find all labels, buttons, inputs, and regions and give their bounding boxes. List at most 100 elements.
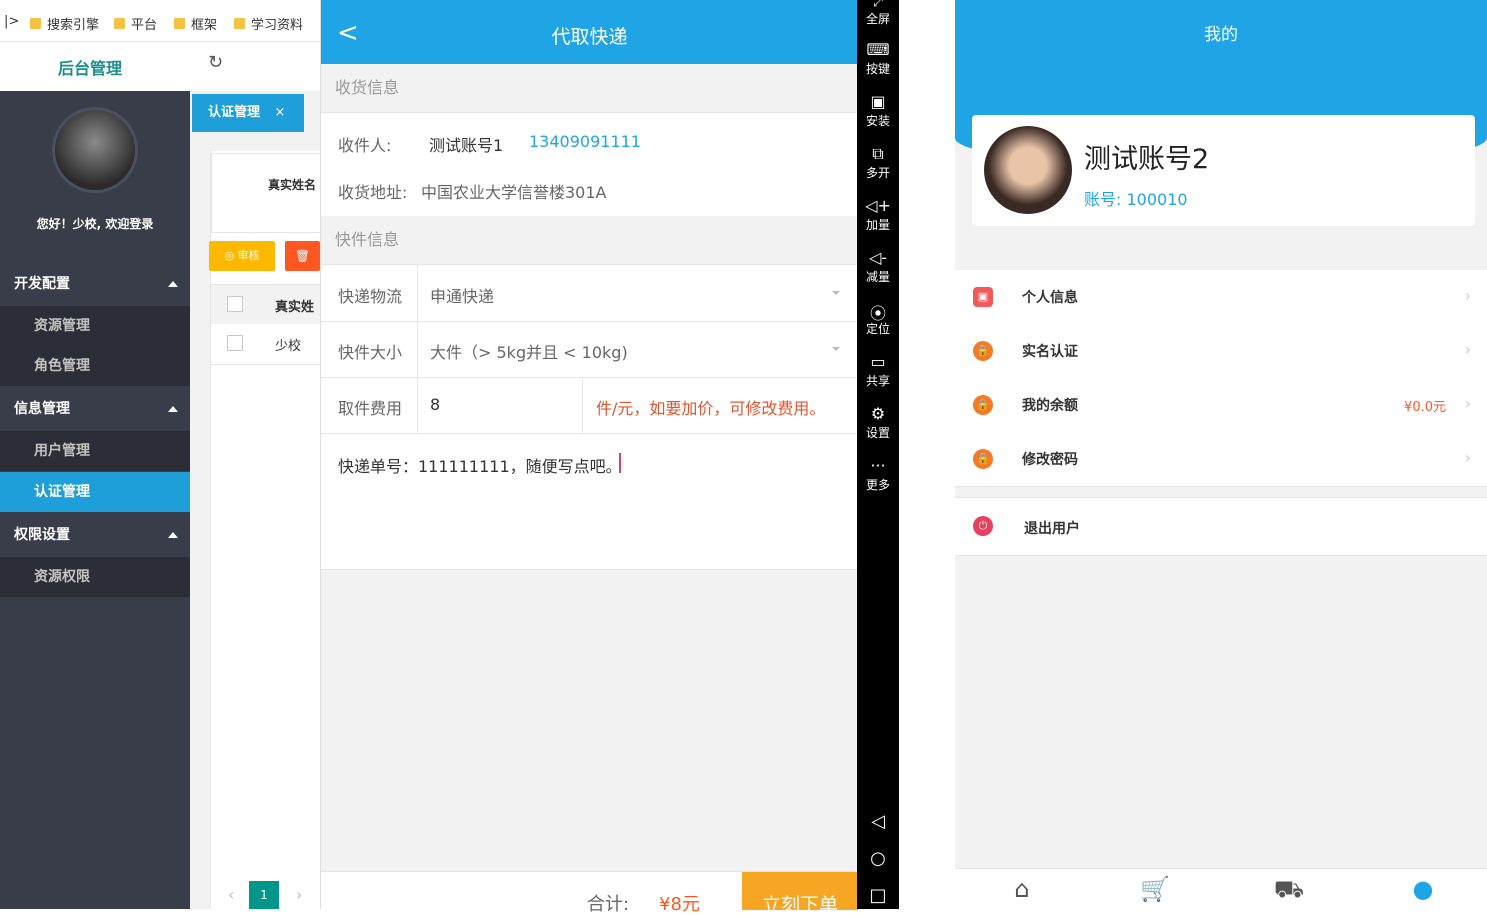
share-folder-button[interactable]: ▭ 共享 [857, 352, 899, 389]
note-textarea[interactable]: 快递单号：111111111，随便写点吧。 [321, 433, 858, 567]
sidebar-toggle-icon[interactable]: |> [4, 14, 19, 29]
menu-group-permissions[interactable]: 权限设置 [0, 515, 190, 555]
emulator-toolbar: ⤢ 全屏 ⌨ 按键 ▣ 安装 ⧉ 多开 ◁+ 加量 ◁- 减量 ⦿ 定位 ▭ 共享 ⚙ 设置 ··… [857, 0, 899, 909]
next-page-button[interactable]: › [296, 885, 302, 904]
page-title: 我的 [1204, 25, 1238, 45]
folder-icon [114, 18, 125, 29]
admin-title[interactable]: 后台管理 [58, 55, 122, 79]
bookmark-search[interactable]: 搜索引擎 [30, 14, 99, 33]
caret-up-icon [168, 406, 178, 412]
trash-icon: 🗑 [294, 249, 311, 263]
select-all-checkbox[interactable] [227, 296, 243, 312]
text-cursor [619, 453, 621, 473]
cart-icon[interactable]: 🛒 [1135, 875, 1175, 903]
page-title: 代取快递 [551, 26, 628, 48]
sidebar-item-resources[interactable]: 资源管理 [0, 306, 190, 346]
menu-group-info[interactable]: 信息管理 [0, 389, 190, 429]
sidebar-item-auth[interactable]: 认证管理 [0, 472, 190, 512]
receiver-phone: 13409091111 [529, 132, 641, 151]
menu-item-change-password[interactable]: 🔒 修改密码 › [955, 432, 1487, 487]
lock-icon: 🔒 [973, 449, 993, 469]
avatar [984, 126, 1072, 214]
audit-button[interactable]: ◎ 审核 [209, 241, 275, 271]
courier-select[interactable]: 快递物流 申通快递 [321, 265, 858, 322]
fee-label: 取件费用 [338, 399, 403, 418]
bookmark-framework[interactable]: 框架 [174, 14, 217, 33]
sidebar-item-resource-perm[interactable]: 资源权限 [0, 557, 190, 597]
volume-up-button[interactable]: ◁+ 加量 [857, 196, 899, 233]
user-icon[interactable]: ● [1403, 875, 1443, 903]
refresh-icon[interactable]: ↻ [208, 52, 223, 73]
menu-item-real-name[interactable]: 🔒 实名认证 › [955, 324, 1487, 379]
search-form: 真实姓名 [211, 153, 322, 233]
delete-button[interactable]: 🗑 [285, 241, 320, 271]
keyboard-icon: ⌨ [866, 40, 890, 59]
nav-home-icon[interactable]: ○ [857, 848, 899, 869]
column-header-name[interactable]: 真实姓 [275, 296, 314, 315]
close-icon[interactable]: × [275, 105, 286, 120]
avatar [52, 107, 138, 193]
profile-card[interactable]: 测试账号2 账号: 100010 [972, 115, 1475, 226]
chevron-down-icon [832, 347, 840, 351]
divider-gap [899, 0, 955, 909]
power-icon: ⏻ [973, 516, 993, 536]
gear-icon: ⚙ [870, 404, 886, 423]
prev-page-button[interactable]: ‹ [228, 885, 234, 904]
size-label: 快件大小 [338, 343, 403, 362]
table-row[interactable]: 少校 [210, 324, 321, 365]
logout-button[interactable]: ⏻ 退出用户 [955, 497, 1487, 556]
courier-label: 快递物流 [338, 287, 403, 306]
nav-back-icon[interactable]: ◁ [857, 811, 899, 832]
more-button[interactable]: ··· 更多 [857, 456, 899, 493]
total-label: 合计: [587, 894, 630, 915]
admin-header: 后台管理 ↻ [0, 42, 320, 91]
fee-row: 取件费用 8 件/元，如要加价，可修改费用。 [321, 377, 858, 434]
multi-open-button[interactable]: ⧉ 多开 [857, 144, 899, 181]
folder-icon [234, 18, 245, 29]
receiver-card[interactable]: 收件人: 测试账号1 13409091111 收货地址: 中国农业大学信誉楼30… [321, 112, 858, 218]
bookmarks-bar: |> 搜索引擎 平台 框架 学习资料 [0, 0, 320, 42]
volume-down-button[interactable]: ◁- 减量 [857, 248, 899, 285]
caret-up-icon [168, 532, 178, 538]
tab-auth-management[interactable]: 认证管理 × [192, 94, 304, 132]
folder-icon [174, 18, 185, 29]
receiver-name: 测试账号1 [429, 136, 504, 155]
menu-item-balance[interactable]: 🔒 我的余额 ¥0.0元 › [955, 378, 1487, 433]
bookmark-platform[interactable]: 平台 [114, 14, 157, 33]
size-select[interactable]: 快件大小 大件（> 5kg并且 < 10kg) [321, 321, 858, 378]
profile-screen: 我的 测试账号2 账号: 100010 ▣ 个人信息 › 🔒 实名认证 › 🔒 … [955, 0, 1487, 910]
fee-input[interactable]: 8 [430, 395, 440, 414]
row-checkbox[interactable] [227, 335, 243, 351]
fullscreen-button[interactable]: ⤢ 全屏 [857, 0, 899, 27]
menu-item-personal-info[interactable]: ▣ 个人信息 › [955, 270, 1487, 325]
settings-button[interactable]: ⚙ 设置 [857, 404, 899, 441]
divider [417, 265, 418, 321]
chevron-right-icon: › [1464, 340, 1471, 359]
location-button[interactable]: ⦿ 定位 [857, 300, 899, 337]
keyboard-button[interactable]: ⌨ 按键 [857, 40, 899, 77]
shield-check-icon: ◎ [224, 249, 238, 262]
section-package-header: 快件信息 [321, 216, 858, 264]
nav-recent-icon[interactable]: □ [857, 885, 899, 906]
courier-order-screen: < 代取快递 收货信息 收件人: 测试账号1 13409091111 收货地址:… [320, 0, 858, 916]
admin-content: 认证管理 × 真实姓名 ◎ 审核 🗑 真实姓 少校 ‹ 1 › [190, 91, 322, 909]
lock-icon: 🔒 [973, 395, 993, 415]
sidebar-item-roles[interactable]: 角色管理 [0, 346, 190, 386]
welcome-text: 您好！少校, 欢迎登录 [36, 217, 154, 231]
app-header: < 代取快递 [321, 0, 858, 64]
place-order-button[interactable]: 立刻下单 [742, 872, 858, 916]
home-icon[interactable]: ⌂ [1002, 875, 1042, 903]
install-apk-button[interactable]: ▣ 安装 [857, 92, 899, 129]
courier-value: 申通快递 [430, 287, 495, 306]
fullscreen-icon: ⤢ [873, 0, 883, 9]
total-value: ¥8元 [659, 894, 700, 915]
lock-icon: 🔒 [973, 341, 993, 361]
table-header: 真实姓 [210, 284, 321, 326]
sidebar-item-users[interactable]: 用户管理 [0, 431, 190, 471]
delivery-icon[interactable]: ⛟ [1269, 875, 1309, 906]
page-button-1[interactable]: 1 [249, 881, 279, 909]
note-text: 快递单号：111111111，随便写点吧。 [338, 457, 622, 476]
menu-group-dev-config[interactable]: 开发配置 [0, 264, 190, 304]
bookmark-study[interactable]: 学习资料 [234, 14, 303, 33]
location-icon: ⦿ [869, 304, 886, 323]
